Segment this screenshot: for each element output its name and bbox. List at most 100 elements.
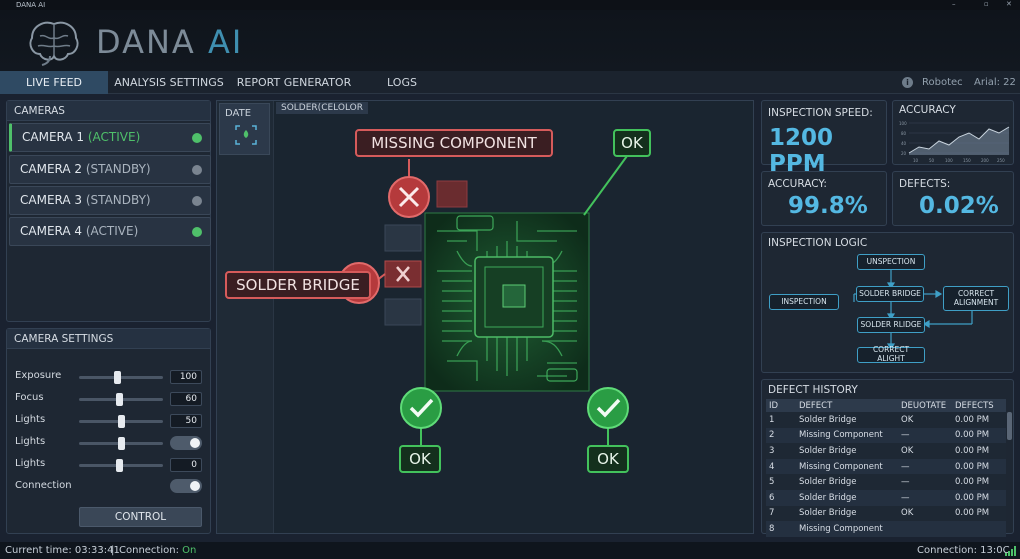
cell-defect: Missing Component [796, 458, 898, 475]
missing-component-callout: MISSING COMPONENT [355, 129, 553, 157]
close-button[interactable]: ✕ [1006, 0, 1012, 8]
info-icon[interactable]: i [902, 77, 913, 88]
setting-value-field[interactable]: 50 [170, 414, 202, 428]
pcb-image [338, 155, 629, 445]
cell-time: 0.00 PM [952, 474, 1006, 490]
cell-defect: Solder Bridge [796, 505, 898, 522]
table-row[interactable]: 3 Solder Bridge OK 0.00 PM [766, 443, 1006, 459]
slider-knob[interactable] [118, 415, 125, 428]
font-label: Arial: 22 [974, 77, 1016, 88]
tab-analysis-settings[interactable]: ANALYSIS SETTINGS [112, 71, 226, 94]
control-button[interactable]: CONTROL [79, 507, 202, 527]
minimize-button[interactable]: – [952, 0, 956, 8]
live-feed-panel: DATE SOLDER(CELOLOR MISSING COMPONENT SO… [216, 100, 754, 534]
tab-live-feed[interactable]: LIVE FEED [0, 71, 108, 94]
flow-node-correct-alight[interactable]: CORRECT ALIGHT [857, 346, 925, 363]
svg-text:80: 80 [901, 131, 907, 136]
table-row[interactable]: 1 Solder Bridge OK 0.00 PM [766, 412, 1006, 428]
table-row[interactable]: 8 Missing Component [766, 521, 1006, 537]
window-title: DANA AI [16, 1, 46, 9]
camera-1-item[interactable]: CAMERA 1 (ACTIVE) [9, 123, 211, 152]
setting-label: Focus [15, 392, 44, 403]
defects-card: DEFECTS: 0.02% [892, 171, 1014, 226]
cell-defect: Solder Bridge [796, 443, 898, 459]
slider-knob[interactable] [118, 437, 125, 450]
camera-4-item[interactable]: CAMERA 4 (ACTIVE) [9, 217, 211, 246]
ok-right-label: OK [587, 445, 629, 473]
col-deuotate[interactable]: DEUOTATE [898, 399, 952, 412]
svg-text:50: 50 [929, 158, 935, 163]
slider-knob[interactable] [116, 393, 123, 406]
speed-label: INSPECTION SPEED: [768, 107, 873, 119]
cell-status: — [898, 489, 952, 506]
col-id[interactable]: ID [766, 399, 796, 412]
table-row[interactable]: 4 Missing Component —0.00 PM [766, 458, 1006, 475]
cell-id: 3 [766, 443, 796, 459]
camera-status: (STANDBY) [85, 193, 151, 207]
table-row[interactable]: 7 Solder Bridge OK 0.00 PM [766, 505, 1006, 522]
tab-logs[interactable]: LOGS [382, 71, 422, 94]
inspection-logic-panel: INSPECTION LOGIC UNSPECTION INSPECTION S… [761, 232, 1014, 373]
setting-value-field[interactable]: 0 [170, 458, 202, 472]
brain-logo-icon [29, 21, 79, 66]
flow-node-inspection[interactable]: INSPECTION [769, 294, 839, 310]
inspection-speed-card: INSPECTION SPEED: 1200 PPM [761, 100, 887, 177]
table-header-row: ID DEFECT DEUOTATE DEFECTS [766, 399, 1006, 412]
svg-text:200: 200 [981, 158, 989, 163]
connection-toggle[interactable] [170, 479, 202, 493]
cell-status [898, 521, 952, 537]
ok-left-label: OK [399, 445, 441, 473]
accuracy-chart-label: ACCURACY [899, 104, 956, 116]
table-row[interactable]: 2 Missing Component —0.00 PM [766, 427, 1006, 444]
table-row[interactable]: 5 Solder Bridge —0.00 PM [766, 474, 1006, 490]
status-bar: Current time: 03:33:41 | Connection: On … [0, 542, 1020, 559]
setting-value-field[interactable]: 60 [170, 392, 202, 406]
col-defect[interactable]: DEFECT [796, 399, 898, 412]
table-row[interactable]: 6 Solder Bridge —0.00 PM [766, 489, 1006, 506]
table-scrollbar[interactable] [1007, 412, 1012, 440]
camera-3-item[interactable]: CAMERA 3 (STANDBY) [9, 186, 211, 215]
camera-2-item[interactable]: CAMERA 2 (STANDBY) [9, 155, 211, 184]
slider-knob[interactable] [114, 371, 121, 384]
accuracy-card: ACCURACY: 99.8% [761, 171, 887, 226]
flow-node-solder-rldge[interactable]: SOLDER RLIDGE [857, 317, 925, 333]
cell-id: 8 [766, 521, 796, 537]
setting-slider[interactable] [79, 415, 163, 428]
accuracy-value: 99.8% [788, 193, 868, 219]
solder-bridge-callout: SOLDER BRIDGE [225, 271, 371, 299]
camera-name: CAMERA 2 [20, 162, 83, 176]
accuracy-label: ACCURACY: [768, 178, 827, 190]
setting-slider[interactable] [79, 437, 163, 450]
accuracy-sparkline-chart: 100 80 40 20 10 50 100 150 200 250 [899, 121, 1010, 163]
svg-text:100: 100 [899, 121, 907, 126]
setting-slider[interactable] [79, 393, 163, 406]
connection-label: Connection [15, 480, 72, 491]
cell-time: 0.00 PM [952, 412, 1006, 428]
maximize-button[interactable]: ▫ [984, 0, 989, 8]
flow-node-solder-bridge[interactable]: SOLDER BRIDGE [856, 286, 924, 302]
svg-text:20: 20 [901, 151, 907, 156]
cell-id: 6 [766, 489, 796, 506]
cell-status: OK [898, 443, 952, 459]
cell-defect: Missing Component [796, 427, 898, 444]
setting-slider[interactable] [79, 371, 163, 384]
setting-toggle[interactable] [170, 436, 202, 450]
cell-time: 0.00 PM [952, 489, 1006, 506]
slider-knob[interactable] [116, 459, 123, 472]
setting-value-field[interactable]: 100 [170, 370, 202, 384]
tab-report-generator[interactable]: REPORT GENERATOR [234, 71, 354, 94]
brand-part-1: DANA [96, 23, 208, 61]
cell-defect: Solder Bridge [796, 489, 898, 506]
col-defects[interactable]: DEFECTS [952, 399, 1006, 412]
flow-node-correct-alignment[interactable]: CORRECT ALIGNMENT [943, 286, 1009, 311]
connection-status-label: Connection: [119, 545, 183, 556]
cell-defect: Missing Component [796, 521, 898, 537]
status-dot-icon [192, 133, 202, 143]
svg-text:10: 10 [913, 158, 919, 163]
camera-name: CAMERA 3 [20, 193, 83, 207]
cell-id: 2 [766, 427, 796, 444]
setting-label: Exposure [15, 370, 62, 381]
flow-node-unspection[interactable]: UNSPECTION [857, 254, 925, 270]
setting-slider[interactable] [79, 459, 163, 472]
user-label: Robotec [922, 77, 963, 88]
